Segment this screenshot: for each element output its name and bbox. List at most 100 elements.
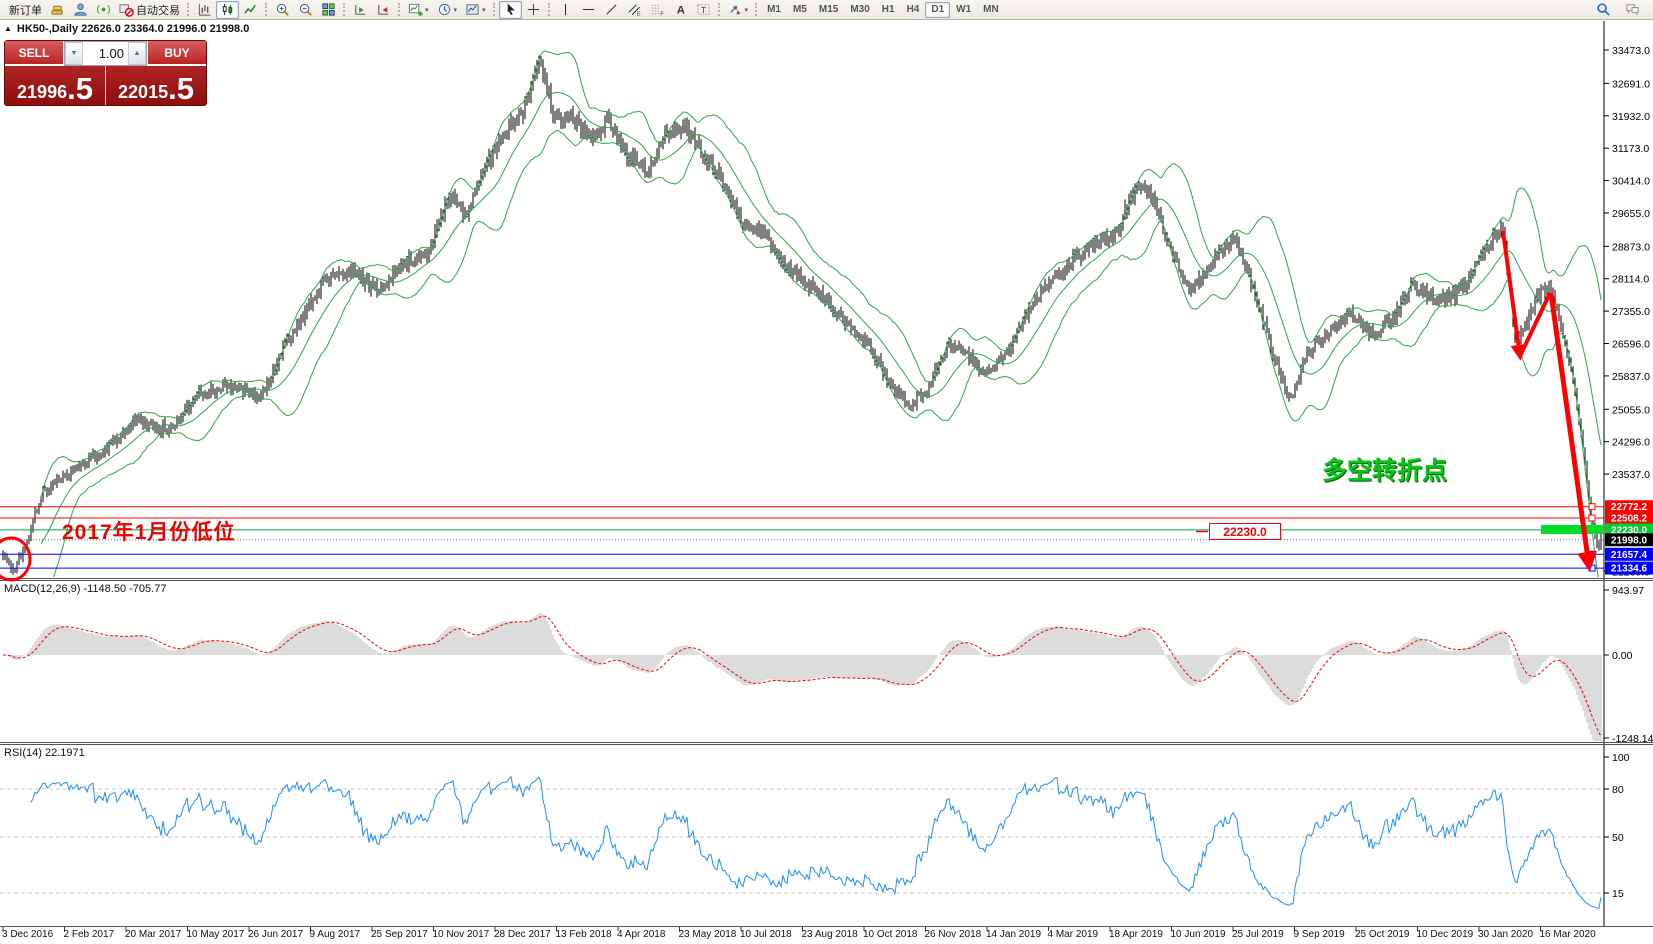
trendline-button[interactable] (600, 1, 623, 19)
chart-autoscroll-button[interactable] (372, 1, 395, 19)
timeframe-m5-button[interactable]: M5 (787, 2, 813, 18)
text-label-button[interactable]: T (692, 1, 715, 19)
timeframe-m30-button[interactable]: M30 (844, 2, 875, 18)
hline-handle[interactable] (1589, 565, 1595, 571)
autotrade-button[interactable]: 自动交易 (115, 1, 184, 19)
toolbar-grip (493, 3, 496, 16)
lot-increase-button[interactable]: ▲ (128, 42, 146, 65)
mt4-terminal: 新订单自动交易▾▾▾EFAT▾M1M5M15M30H1H4D1W1MN 3347… (0, 0, 1653, 944)
fibonacci-button[interactable]: F (646, 1, 669, 19)
signal-icon (96, 2, 111, 17)
macd-indicator-label: MACD(12,26,9) -1148.50 -705.77 (4, 583, 166, 595)
date-label: 14 Jan 2019 (986, 929, 1041, 940)
svg-text:A: A (676, 5, 684, 17)
annotation-red-arrow-1[interactable] (1503, 231, 1520, 356)
sell-price-main: 21996 (17, 83, 67, 101)
lot-decrease-button[interactable]: ▼ (65, 42, 83, 65)
chart-shift-button[interactable] (349, 1, 372, 19)
svg-text:F: F (660, 12, 664, 17)
annotation-jan2017-low-text[interactable]: 2017年1月份低位 (62, 516, 235, 546)
hline-handle[interactable] (1589, 515, 1595, 521)
vline-icon (558, 2, 573, 17)
chart-autoscroll-icon (376, 2, 391, 17)
annotation-green-highlight-bar[interactable] (1541, 525, 1604, 534)
buy-price[interactable]: 22015.5 (106, 66, 206, 105)
timeframe-w1-button[interactable]: W1 (950, 2, 977, 18)
price-tick-label: 25837.0 (1612, 371, 1650, 383)
sell-button[interactable]: SELL (5, 41, 64, 66)
search-button[interactable] (1592, 1, 1615, 19)
macd-axis-label: -1248.14 (1612, 733, 1653, 745)
zoom-in-button[interactable] (271, 1, 294, 19)
gold-chart-icon (50, 2, 65, 17)
price-tag-21334.6: 21334.6 (1611, 564, 1648, 575)
collapse-panel-icon[interactable]: ▲ (4, 24, 12, 34)
date-label: 13 Feb 2018 (556, 929, 613, 940)
rsi-axis-label: 100 (1612, 752, 1630, 764)
templates-button[interactable]: ▾ (461, 1, 490, 19)
indicators-button[interactable]: ▾ (404, 1, 433, 19)
date-label: 10 Dec 2019 (1417, 929, 1474, 940)
svg-text:T: T (700, 5, 705, 15)
sell-price-pips: .5 (67, 76, 93, 101)
date-label: 25 Sep 2017 (371, 929, 428, 940)
annotation-pivot-point-text[interactable]: 多空转折点 (1322, 451, 1447, 487)
crosshair-icon (526, 2, 541, 17)
chart-shift-icon (353, 2, 368, 17)
timeframe-mn-button[interactable]: MN (977, 2, 1005, 18)
periods-button[interactable]: ▾ (433, 1, 462, 19)
toolbar-grip (398, 3, 401, 16)
macd-signal-line (3, 616, 1601, 736)
tile-windows-button[interactable] (317, 1, 340, 19)
vline-button[interactable] (554, 1, 577, 19)
sell-price[interactable]: 21996.5 (5, 66, 106, 105)
arrows-button[interactable]: ▾ (724, 1, 753, 19)
buy-button[interactable]: BUY (147, 41, 206, 66)
hline-handle[interactable] (1589, 504, 1595, 510)
gold-chart-button[interactable] (46, 1, 69, 19)
crosshair-button[interactable] (522, 1, 545, 19)
price-tick-label: 32691.0 (1612, 78, 1650, 90)
lot-size-control: ▼ 1.00 ▲ (64, 41, 147, 66)
price-tick-label: 31932.0 (1612, 111, 1650, 123)
price-tick-label: 23537.0 (1612, 469, 1650, 481)
timeframe-m15-button[interactable]: M15 (813, 2, 844, 18)
hline-button[interactable] (577, 1, 600, 19)
timeframe-h1-button[interactable]: H1 (876, 2, 901, 18)
one-click-trade-panel: SELL ▼ 1.00 ▲ BUY 21996.5 22015.5 (4, 40, 207, 106)
toolbar-grip (718, 3, 721, 16)
date-label: 16 Mar 2020 (1540, 929, 1597, 940)
date-label: 30 Jan 2020 (1478, 929, 1533, 940)
bollinger-upper-band (41, 51, 1601, 499)
new-order-button[interactable]: 新订单 (3, 1, 46, 19)
cursor-button[interactable] (499, 1, 522, 19)
rsi-pane (0, 777, 1604, 908)
date-label: 2 Feb 2017 (64, 929, 115, 940)
search-icon (1596, 2, 1611, 17)
community-button[interactable] (69, 1, 92, 19)
channel-button[interactable]: E (623, 1, 646, 19)
timeframe-m1-button[interactable]: M1 (761, 2, 787, 18)
date-label: 26 Nov 2018 (925, 929, 982, 940)
chevron-down-icon: ▾ (745, 6, 749, 14)
price-tick-label: 29655.0 (1612, 208, 1650, 220)
arrows-icon (728, 2, 743, 17)
line-chart-button[interactable] (239, 1, 262, 19)
text-button[interactable]: A (669, 1, 692, 19)
line-chart-icon (243, 2, 258, 17)
bar-chart-button[interactable] (193, 1, 216, 19)
macd-pane (3, 613, 1601, 750)
chat-button[interactable] (1621, 1, 1644, 19)
signal-button[interactable] (92, 1, 115, 19)
templates-icon (465, 2, 480, 17)
lot-size-field[interactable]: 1.00 (83, 42, 128, 65)
timeframe-d1-button[interactable]: D1 (925, 2, 950, 18)
candle-chart-button[interactable] (216, 1, 239, 19)
zoom-out-button[interactable] (294, 1, 317, 19)
macd-histogram (3, 613, 1601, 750)
annotation-price-box[interactable]: 22230.0 (1209, 523, 1281, 540)
rsi-indicator-label: RSI(14) 22.1971 (4, 747, 85, 759)
toolbar-grip (187, 3, 190, 16)
date-label: 9 Sep 2019 (1294, 929, 1346, 940)
timeframe-h4-button[interactable]: H4 (901, 2, 926, 18)
